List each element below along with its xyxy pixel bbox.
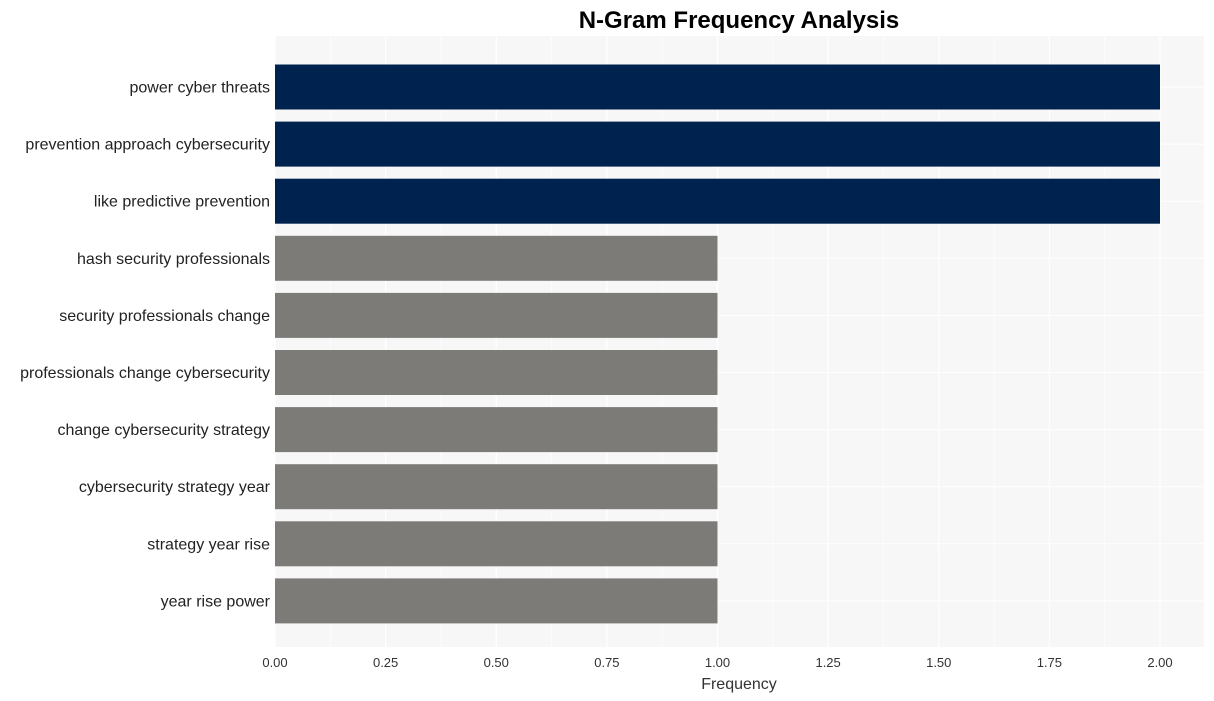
y-tick-label: cybersecurity strategy year: [79, 479, 271, 496]
x-tick-label: 2.00: [1147, 655, 1172, 670]
bar: [275, 178, 1160, 224]
x-tick-label: 1.75: [1037, 655, 1062, 670]
y-tick-label: prevention approach cybersecurity: [25, 137, 270, 154]
y-tick-label: hash security professionals: [77, 251, 270, 268]
y-tick-label: strategy year rise: [147, 536, 270, 553]
y-tick-label: change cybersecurity strategy: [57, 422, 270, 439]
x-tick-label: 1.25: [815, 655, 840, 670]
x-tick-label: 1.00: [705, 655, 730, 670]
bar: [275, 407, 718, 453]
chart-title: N-Gram Frequency Analysis: [579, 7, 900, 34]
bar: [275, 578, 718, 624]
y-tick-label: year rise power: [161, 593, 271, 610]
y-tick-labels: power cyber threats prevention approach c…: [20, 80, 271, 611]
bar: [275, 292, 718, 338]
x-tick-label: 0.50: [484, 655, 509, 670]
bar: [275, 121, 1160, 167]
x-tick-labels: 0.00 0.25 0.50 0.75 1.00 1.25 1.50 1.75 2.00: [262, 655, 1172, 670]
x-tick-label: 0.00: [262, 655, 287, 670]
bar: [275, 235, 718, 281]
bar: [275, 521, 718, 567]
y-tick-label: power cyber threats: [129, 80, 270, 97]
x-tick-label: 0.75: [594, 655, 619, 670]
y-tick-label: security professionals change: [59, 308, 270, 325]
bar: [275, 464, 718, 510]
y-tick-label: like predictive prevention: [94, 194, 270, 211]
bar: [275, 64, 1160, 110]
y-tick-label: professionals change cybersecurity: [20, 365, 270, 382]
x-tick-label: 0.25: [373, 655, 398, 670]
x-tick-label: 1.50: [926, 655, 951, 670]
x-axis-label: Frequency: [701, 676, 777, 693]
ngram-frequency-chart: power cyber threats prevention approach c…: [20, 7, 1204, 693]
bar: [275, 350, 718, 395]
